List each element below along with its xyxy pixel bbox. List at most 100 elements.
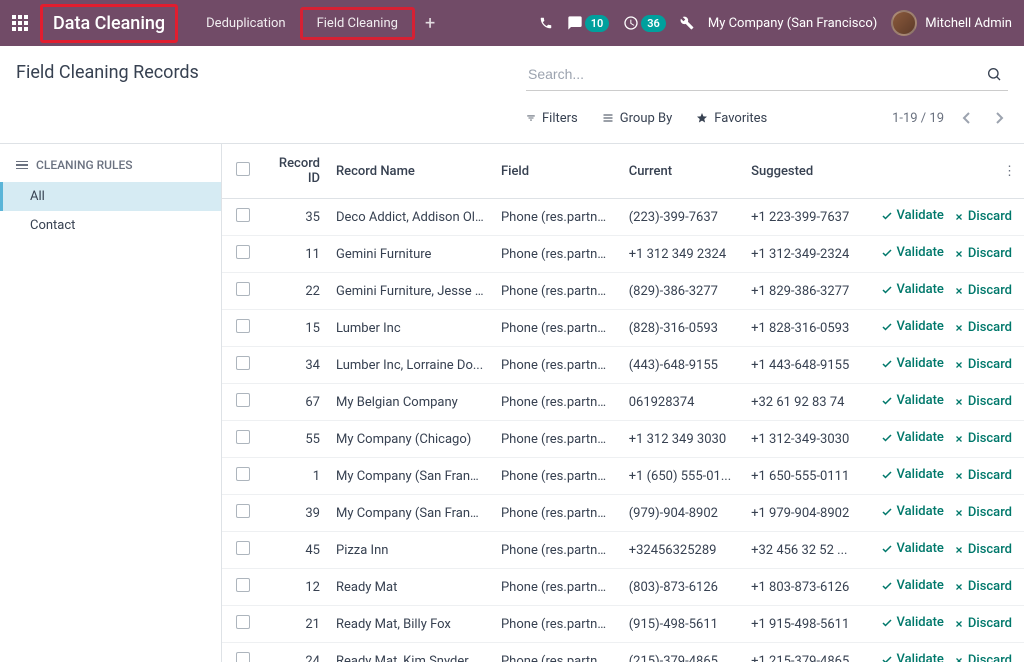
pager-next-icon[interactable] [990, 107, 1008, 129]
validate-button[interactable]: Validate [881, 356, 944, 371]
col-field[interactable]: Field [493, 144, 621, 199]
select-all-checkbox[interactable] [236, 162, 250, 176]
cell-suggested: +1 979-904-8902 [743, 495, 865, 532]
validate-button[interactable]: Validate [881, 393, 944, 408]
messages-icon[interactable]: 10 [567, 15, 610, 32]
cell-record-id: 39 [258, 495, 328, 532]
discard-button[interactable]: Discard [954, 505, 1012, 520]
row-checkbox[interactable] [236, 467, 250, 481]
table-row[interactable]: 15Lumber IncPhone (res.partner)(828)-316… [222, 310, 1024, 347]
nav-field-cleaning[interactable]: Field Cleaning [300, 7, 415, 40]
cell-record-name: Gemini Furniture [328, 236, 493, 273]
row-checkbox[interactable] [236, 245, 250, 259]
cell-record-id: 12 [258, 569, 328, 606]
discard-button[interactable]: Discard [954, 431, 1012, 446]
table-row[interactable]: 45Pizza InnPhone (res.partner)+324563252… [222, 532, 1024, 569]
table-row[interactable]: 1My Company (San Franc...Phone (res.part… [222, 458, 1024, 495]
cell-record-name: Gemini Furniture, Jesse ... [328, 273, 493, 310]
validate-button[interactable]: Validate [881, 467, 944, 482]
cell-record-id: 35 [258, 199, 328, 236]
cell-suggested: +1 223-399-7637 [743, 199, 865, 236]
table-row[interactable]: 24Ready Mat, Kim SnyderPhone (res.partne… [222, 643, 1024, 662]
user-menu[interactable]: Mitchell Admin [891, 10, 1012, 36]
row-checkbox[interactable] [236, 282, 250, 296]
pager-text[interactable]: 1-19 / 19 [892, 111, 944, 126]
row-checkbox[interactable] [236, 430, 250, 444]
validate-button[interactable]: Validate [881, 208, 944, 223]
validate-button[interactable]: Validate [881, 578, 944, 593]
cell-suggested: +32 456 32 52 ... [743, 532, 865, 569]
sidebar-item-contact[interactable]: Contact [0, 211, 221, 240]
table-row[interactable]: 11Gemini FurniturePhone (res.partner)+1 … [222, 236, 1024, 273]
table-row[interactable]: 67My Belgian CompanyPhone (res.partner)0… [222, 384, 1024, 421]
phone-icon[interactable] [539, 16, 553, 30]
table-row[interactable]: 21Ready Mat, Billy FoxPhone (res.partner… [222, 606, 1024, 643]
validate-button[interactable]: Validate [881, 319, 944, 334]
discard-button[interactable]: Discard [954, 320, 1012, 335]
add-menu-icon[interactable]: + [415, 13, 445, 34]
discard-button[interactable]: Discard [954, 616, 1012, 631]
cell-current: +1 312 349 2324 [621, 236, 743, 273]
cell-record-name: Ready Mat, Kim Snyder [328, 643, 493, 662]
row-checkbox[interactable] [236, 208, 250, 222]
cell-record-name: Pizza Inn [328, 532, 493, 569]
validate-button[interactable]: Validate [881, 282, 944, 297]
discard-button[interactable]: Discard [954, 579, 1012, 594]
discard-button[interactable]: Discard [954, 209, 1012, 224]
discard-button[interactable]: Discard [954, 246, 1012, 261]
search-icon[interactable] [980, 66, 1008, 82]
col-current[interactable]: Current [621, 144, 743, 199]
search-input[interactable] [526, 62, 980, 86]
groupby-button[interactable]: Group By [602, 111, 673, 126]
discard-button[interactable]: Discard [954, 542, 1012, 557]
record-list[interactable]: Record ID Record Name Field Current Sugg… [222, 144, 1024, 662]
col-record-name[interactable]: Record Name [328, 144, 493, 199]
row-checkbox[interactable] [236, 504, 250, 518]
activities-icon[interactable]: 36 [623, 15, 666, 32]
discard-button[interactable]: Discard [954, 283, 1012, 298]
table-row[interactable]: 35Deco Addict, Addison Ol...Phone (res.p… [222, 199, 1024, 236]
nav-deduplication[interactable]: Deduplication [192, 10, 299, 37]
row-checkbox[interactable] [236, 393, 250, 407]
validate-button[interactable]: Validate [881, 430, 944, 445]
cell-current: +1 312 349 3030 [621, 421, 743, 458]
table-row[interactable]: 39My Company (San Franc...Phone (res.par… [222, 495, 1024, 532]
filters-button[interactable]: Filters [526, 111, 578, 126]
discard-button[interactable]: Discard [954, 394, 1012, 409]
validate-button[interactable]: Validate [881, 504, 944, 519]
col-record-id[interactable]: Record ID [258, 144, 328, 199]
table-row[interactable]: 34Lumber Inc, Lorraine Do...Phone (res.p… [222, 347, 1024, 384]
validate-button[interactable]: Validate [881, 615, 944, 630]
cell-record-name: My Company (San Franc... [328, 458, 493, 495]
cell-current: (443)-648-9155 [621, 347, 743, 384]
app-title[interactable]: Data Cleaning [40, 4, 178, 43]
row-checkbox[interactable] [236, 541, 250, 555]
row-checkbox[interactable] [236, 615, 250, 629]
table-row[interactable]: 55My Company (Chicago)Phone (res.partner… [222, 421, 1024, 458]
row-checkbox[interactable] [236, 652, 250, 662]
cell-field: Phone (res.partner) [493, 569, 621, 606]
company-selector[interactable]: My Company (San Francisco) [708, 16, 877, 31]
row-checkbox[interactable] [236, 319, 250, 333]
cell-suggested: +1 829-386-3277 [743, 273, 865, 310]
col-suggested[interactable]: Suggested [743, 144, 865, 199]
cell-field: Phone (res.partner) [493, 347, 621, 384]
apps-icon[interactable] [12, 15, 28, 31]
validate-button[interactable]: Validate [881, 541, 944, 556]
favorites-button[interactable]: Favorites [696, 111, 767, 126]
discard-button[interactable]: Discard [954, 357, 1012, 372]
column-options-icon[interactable]: ⋮ [1003, 164, 1016, 179]
avatar [891, 10, 917, 36]
discard-button[interactable]: Discard [954, 468, 1012, 483]
validate-button[interactable]: Validate [881, 652, 944, 662]
discard-button[interactable]: Discard [954, 653, 1012, 662]
pager-prev-icon[interactable] [958, 107, 976, 129]
validate-button[interactable]: Validate [881, 245, 944, 260]
row-checkbox[interactable] [236, 578, 250, 592]
cell-suggested: +1 312-349-3030 [743, 421, 865, 458]
debug-icon[interactable] [680, 16, 694, 30]
row-checkbox[interactable] [236, 356, 250, 370]
table-row[interactable]: 22Gemini Furniture, Jesse ...Phone (res.… [222, 273, 1024, 310]
sidebar-item-all[interactable]: All [0, 182, 221, 211]
table-row[interactable]: 12Ready MatPhone (res.partner)(803)-873-… [222, 569, 1024, 606]
